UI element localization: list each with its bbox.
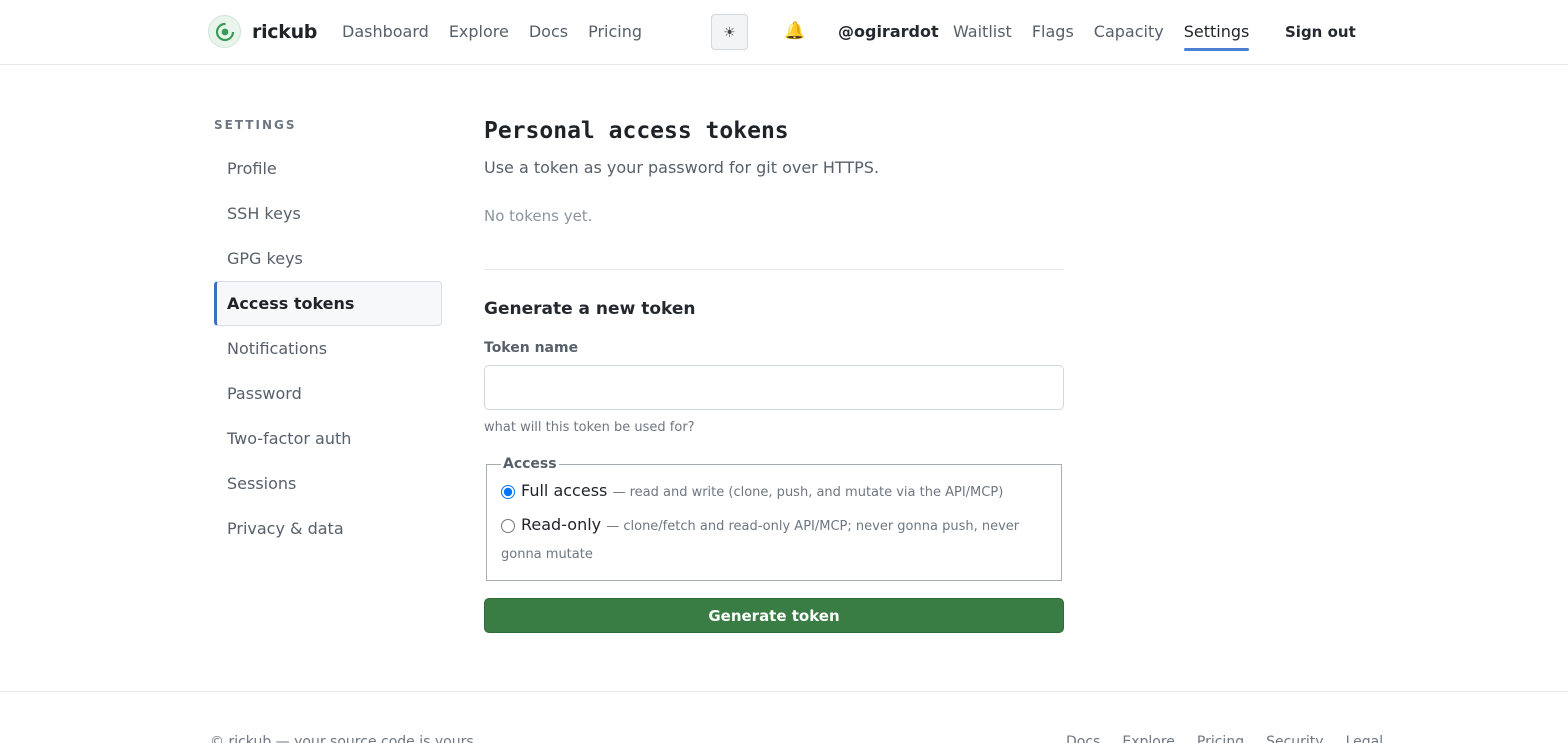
top-navbar: rickub Dashboard Explore Docs Pricing ☀ … bbox=[0, 0, 1568, 65]
nav-flags[interactable]: Flags bbox=[1032, 22, 1074, 41]
sidebar-item-access-tokens[interactable]: Access tokens bbox=[214, 281, 442, 326]
theme-toggle-button[interactable]: ☀ bbox=[711, 14, 748, 50]
nav-settings[interactable]: Settings bbox=[1183, 22, 1249, 51]
read-only-radio[interactable] bbox=[501, 518, 515, 533]
generate-token-heading: Generate a new token bbox=[484, 299, 696, 319]
nav-docs[interactable]: Docs bbox=[529, 22, 568, 41]
nav-waitlist[interactable]: Waitlist bbox=[953, 22, 1012, 41]
empty-tokens-message: No tokens yet. bbox=[484, 207, 593, 225]
brand-link[interactable]: rickub bbox=[208, 15, 317, 48]
brand-name: rickub bbox=[252, 20, 318, 43]
nav-pricing[interactable]: Pricing bbox=[588, 22, 642, 41]
footer-link-docs[interactable]: Docs bbox=[1066, 734, 1100, 743]
section-divider bbox=[484, 269, 1064, 270]
sun-icon: ☀ bbox=[723, 23, 736, 40]
full-access-radio[interactable] bbox=[501, 484, 515, 499]
footer-link-legal[interactable]: Legal bbox=[1346, 734, 1384, 743]
secondary-nav: Waitlist Flags Capacity Settings bbox=[953, 22, 1269, 51]
full-access-description: — read and write (clone, push, and mutat… bbox=[612, 485, 1004, 500]
sidebar-item-profile[interactable]: Profile bbox=[214, 146, 442, 191]
sidebar-item-privacy-data[interactable]: Privacy & data bbox=[214, 506, 442, 551]
footer-link-security[interactable]: Security bbox=[1266, 734, 1324, 743]
main-content: Personal access tokens Use a token as yo… bbox=[484, 118, 1064, 633]
footer-link-pricing[interactable]: Pricing bbox=[1197, 734, 1244, 743]
page-subtitle: Use a token as your password for git ove… bbox=[484, 158, 880, 177]
sidebar-item-gpg-keys[interactable]: GPG keys bbox=[214, 236, 442, 281]
user-menu[interactable]: @ogirardot bbox=[838, 22, 939, 41]
full-access-label[interactable]: Full access bbox=[521, 481, 607, 500]
sidebar-item-ssh-keys[interactable]: SSH keys bbox=[214, 191, 442, 236]
token-name-hint: what will this token be used for? bbox=[484, 420, 695, 435]
sidebar-item-two-factor-auth[interactable]: Two-factor auth bbox=[214, 416, 442, 461]
sidebar-heading: SETTINGS bbox=[214, 118, 297, 132]
nav-capacity[interactable]: Capacity bbox=[1094, 22, 1164, 41]
footer: © rickub — your source code is yours Doc… bbox=[0, 691, 1568, 743]
nav-dashboard[interactable]: Dashboard bbox=[342, 22, 429, 41]
access-option-readonly: Read-only — clone/fetch and read-only AP… bbox=[501, 512, 1047, 568]
sidebar-item-notifications[interactable]: Notifications bbox=[214, 326, 442, 371]
read-only-label[interactable]: Read-only bbox=[521, 515, 601, 534]
brand-logo-icon bbox=[208, 15, 241, 48]
footer-copyright: © rickub — your source code is yours bbox=[210, 734, 474, 743]
access-option-full: Full access — read and write (clone, pus… bbox=[501, 478, 1047, 506]
settings-sidebar: Profile SSH keys GPG keys Access tokens … bbox=[214, 146, 442, 551]
primary-nav: Dashboard Explore Docs Pricing bbox=[342, 22, 662, 41]
sidebar-item-password[interactable]: Password bbox=[214, 371, 442, 416]
token-name-label: Token name bbox=[484, 340, 579, 356]
footer-link-explore[interactable]: Explore bbox=[1122, 734, 1175, 743]
generate-token-button[interactable]: Generate token bbox=[484, 598, 1064, 633]
access-legend: Access bbox=[503, 456, 557, 472]
token-name-input[interactable] bbox=[484, 365, 1064, 410]
page-title: Personal access tokens bbox=[484, 118, 789, 144]
access-fieldset: Access Full access — read and write (clo… bbox=[486, 456, 1062, 581]
bell-icon[interactable]: 🔔 bbox=[784, 21, 805, 41]
sign-out-button[interactable]: Sign out bbox=[1285, 23, 1356, 41]
nav-explore[interactable]: Explore bbox=[449, 22, 509, 41]
footer-links: Docs Explore Pricing Security Legal bbox=[1066, 734, 1405, 743]
sidebar-item-sessions[interactable]: Sessions bbox=[214, 461, 442, 506]
